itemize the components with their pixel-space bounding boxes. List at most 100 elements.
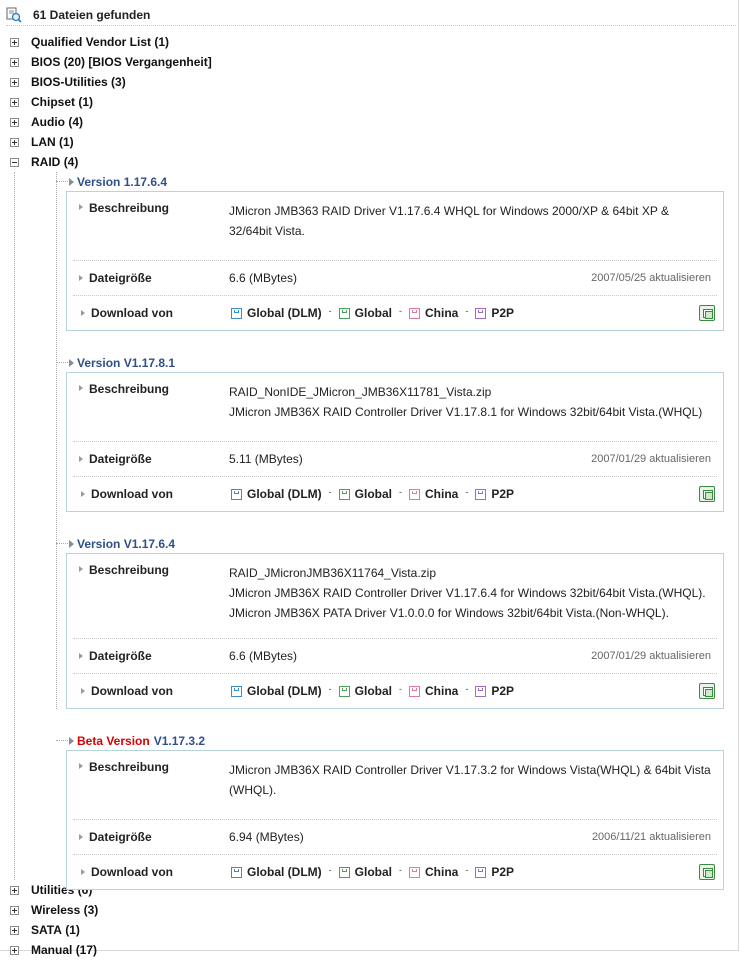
description-row: Beschreibung RAID_NonIDE_JMicron_JMB36X1… [73, 373, 717, 442]
download-global-link[interactable]: Global [338, 487, 392, 501]
download-china-link[interactable]: China [409, 684, 458, 698]
description-label: Beschreibung [89, 382, 170, 396]
download-p2p-link[interactable]: P2P [475, 865, 514, 879]
download-label: Download von [91, 487, 173, 501]
download-global-dlm-link[interactable]: Global (DLM) [231, 487, 322, 501]
category-raid[interactable]: RAID (4) [0, 152, 740, 172]
category-count: (3) [111, 75, 126, 89]
floppy-disk-icon [231, 307, 242, 319]
expand-icon[interactable] [10, 97, 19, 107]
download-row: Download von Global (DLM) - Global - Chi… [67, 674, 723, 708]
expand-icon[interactable] [10, 925, 19, 935]
filesize-label: Dateigröße [89, 649, 152, 663]
version-header[interactable]: Version 1.17.6.4 [0, 172, 740, 191]
filesize-label: Dateigröße [89, 830, 152, 844]
category-wireless[interactable]: Wireless (3) [0, 900, 740, 920]
floppy-disk-icon [409, 866, 420, 878]
download-china-link[interactable]: China [409, 306, 458, 320]
version-entry: Version V1.17.8.1 Beschreibung RAID_NonI… [0, 353, 740, 512]
category-count: (1) [65, 923, 80, 937]
category-qualified-vendor-list[interactable]: Qualified Vendor List (1) [0, 32, 740, 52]
download-row: Download von Global (DLM) - Global - Chi… [67, 477, 723, 511]
floppy-disk-icon [231, 685, 242, 697]
download-global-dlm-link[interactable]: Global (DLM) [231, 306, 322, 320]
description-text: RAID_NonIDE_JMicron_JMB36X11781_Vista.zi… [229, 385, 703, 419]
file-info-box: Beschreibung RAID_JMicronJMB36X11764_Vis… [66, 553, 724, 709]
description-text: JMicron JMB36X RAID Controller Driver V1… [229, 763, 711, 797]
download-global-dlm-link[interactable]: Global (DLM) [231, 684, 322, 698]
category-bios[interactable]: BIOS (20) [BIOS Vergangenheit] [0, 52, 740, 72]
expand-icon[interactable] [10, 77, 19, 87]
download-row: Download von Global (DLM) - Global - Chi… [67, 855, 723, 889]
filesize-label: Dateigröße [89, 271, 152, 285]
category-label: Chipset [31, 95, 76, 109]
expand-icon[interactable] [10, 57, 19, 67]
download-global-link[interactable]: Global [338, 865, 392, 879]
category-label: Audio [31, 115, 65, 129]
download-global-dlm-link[interactable]: Global (DLM) [231, 865, 322, 879]
bullet-icon [79, 834, 83, 840]
expand-icon[interactable] [10, 37, 19, 47]
category-bios-utilities[interactable]: BIOS-Utilities (3) [0, 72, 740, 92]
floppy-disk-icon [475, 866, 487, 878]
description-row: Beschreibung RAID_JMicronJMB36X11764_Vis… [73, 554, 717, 639]
expand-icon[interactable] [10, 885, 19, 895]
version-label: Version V1.17.8.1 [77, 355, 176, 370]
download-china-link[interactable]: China [409, 865, 458, 879]
download-label: Download von [91, 306, 173, 320]
version-header[interactable]: Version V1.17.8.1 [0, 353, 740, 372]
floppy-disk-icon [231, 866, 242, 878]
category-count: (1) [78, 95, 94, 109]
collapse-icon[interactable] [10, 157, 19, 167]
version-label: Version V1.17.6.4 [77, 536, 176, 551]
category-label: Wireless [31, 903, 81, 917]
bios-history-link[interactable]: [BIOS Vergangenheit] [88, 55, 211, 69]
spreadsheet-icon[interactable] [699, 305, 715, 321]
floppy-disk-icon [338, 488, 350, 500]
category-label: RAID [31, 155, 61, 169]
spreadsheet-icon[interactable] [699, 683, 715, 699]
description-text: JMicron JMB363 RAID Driver V1.17.6.4 WHQ… [229, 204, 669, 238]
bullet-icon [81, 310, 85, 316]
raid-versions: Version 1.17.6.4 Beschreibung JMicron JM… [0, 172, 740, 890]
download-china-link[interactable]: China [409, 487, 458, 501]
download-global-link[interactable]: Global [338, 684, 392, 698]
file-info-box: Beschreibung JMicron JMB36X RAID Control… [66, 750, 724, 890]
download-p2p-link[interactable]: P2P [475, 684, 514, 698]
description-label: Beschreibung [89, 760, 170, 774]
download-global-link[interactable]: Global [338, 306, 392, 320]
update-date: 2007/05/25 aktualisieren [591, 272, 711, 284]
version-header[interactable]: Beta Version V1.17.3.2 [0, 731, 740, 750]
expand-icon[interactable] [10, 137, 19, 147]
bullet-icon [79, 385, 83, 391]
bullet-icon [79, 204, 83, 210]
category-chipset[interactable]: Chipset (1) [0, 92, 740, 112]
floppy-disk-icon [409, 685, 420, 697]
update-date: 2006/11/21 aktualisieren [591, 831, 711, 843]
category-manual[interactable]: Manual (17) [0, 940, 740, 960]
version-entry: Version V1.17.6.4 Beschreibung RAID_JMic… [0, 534, 740, 709]
download-p2p-link[interactable]: P2P [475, 487, 514, 501]
category-sata[interactable]: SATA (1) [0, 920, 740, 940]
expand-icon[interactable] [10, 905, 19, 915]
arrow-icon [69, 539, 74, 548]
floppy-disk-icon [338, 307, 350, 319]
bullet-icon [81, 491, 85, 497]
category-tree: Qualified Vendor List (1) BIOS (20) [BIO… [0, 32, 740, 960]
floppy-disk-icon [475, 488, 487, 500]
floppy-disk-icon [338, 866, 350, 878]
version-header[interactable]: Version V1.17.6.4 [0, 534, 740, 553]
expand-icon[interactable] [10, 117, 19, 127]
spreadsheet-icon[interactable] [699, 864, 715, 880]
category-label: Qualified Vendor List [31, 35, 152, 49]
download-p2p-link[interactable]: P2P [475, 306, 514, 320]
search-files-icon [6, 7, 22, 23]
floppy-disk-icon [409, 307, 420, 319]
description-label: Beschreibung [89, 563, 170, 577]
category-audio[interactable]: Audio (4) [0, 112, 740, 132]
expand-icon[interactable] [10, 945, 19, 955]
category-lan[interactable]: LAN (1) [0, 132, 740, 152]
category-label: BIOS-Utilities [31, 75, 108, 89]
spreadsheet-icon[interactable] [699, 486, 715, 502]
category-label: SATA [31, 923, 62, 937]
